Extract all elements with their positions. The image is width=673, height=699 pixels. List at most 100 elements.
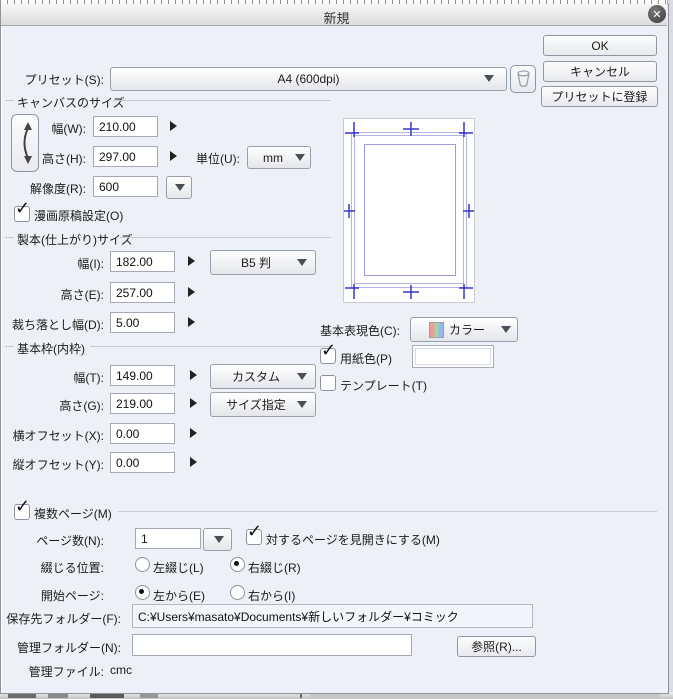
manga-setting-label: 漫画原稿設定(O): [34, 209, 124, 223]
bleed-width-slider-icon[interactable]: [188, 317, 195, 327]
paper-color-swatch-button[interactable]: [412, 345, 494, 368]
resolution-dropdown-button[interactable]: [166, 176, 192, 199]
screen: 新規 ✕ OK キャンセル プリセットに登録 プリセット(S): A4 (600…: [0, 0, 673, 699]
paper-color-label: 用紙色(P): [340, 352, 392, 366]
section-divider: [90, 346, 331, 347]
offset-x-label: 横オフセット(X):: [12, 429, 104, 443]
frame-size-spec-dropdown[interactable]: サイズ指定: [210, 392, 316, 417]
page-preview: [343, 118, 475, 303]
radio-dot-icon: [234, 561, 239, 566]
mgmt-folder-label: 管理フォルダー(N):: [17, 641, 121, 655]
binding-width-input[interactable]: [110, 251, 175, 272]
resolution-label: 解像度(R):: [30, 182, 86, 196]
canvas-width-slider-icon[interactable]: [170, 121, 177, 131]
mgmt-folder-input[interactable]: [132, 634, 412, 656]
section-divider: [120, 237, 331, 238]
multi-page-checkbox[interactable]: ✓: [14, 497, 30, 520]
frame-mode-value: カスタム: [231, 370, 280, 384]
preset-value: A4 (600dpi): [277, 72, 340, 86]
frame-width-label: 幅(T):: [73, 371, 104, 385]
section-divider: [113, 100, 331, 101]
bind-right-radio[interactable]: [230, 557, 245, 572]
canvas-width-input[interactable]: [93, 116, 158, 137]
save-folder-label: 保存先フォルダー(F):: [6, 612, 121, 626]
binding-height-label: 高さ(E):: [60, 288, 104, 302]
canvas-width-label: 幅(W):: [51, 122, 86, 136]
page-count-dropdown-button[interactable]: [203, 528, 232, 551]
chevron-down-icon: [297, 372, 307, 380]
save-folder-field: C:¥Users¥masato¥Documents¥新しいフォルダー¥コミック: [132, 604, 533, 628]
multi-page-label: 複数ページ(M): [34, 507, 112, 521]
frame-width-input[interactable]: [110, 365, 175, 386]
section-canvas-size: キャンバスのサイズ: [17, 96, 125, 110]
offset-x-slider-icon[interactable]: [190, 428, 197, 438]
section-divider: [5, 100, 14, 101]
binding-position-label: 綴じる位置:: [40, 561, 104, 575]
section-divider: [118, 511, 657, 512]
frame-height-label: 高さ(G):: [59, 399, 104, 413]
section-divider: [5, 346, 14, 347]
register-preset-button[interactable]: プリセットに登録: [541, 86, 658, 107]
canvas-height-label: 高さ(H):: [42, 152, 86, 166]
ok-button[interactable]: OK: [543, 35, 657, 56]
color-swatch-icon: [428, 321, 444, 338]
binding-height-input[interactable]: [110, 282, 175, 303]
chevron-down-icon: [297, 258, 307, 266]
chevron-down-icon: [295, 153, 305, 161]
cancel-button[interactable]: キャンセル: [543, 61, 657, 82]
preset-dropdown[interactable]: A4 (600dpi): [110, 67, 507, 91]
crop-marks-icon: [344, 122, 474, 299]
section-divider: [5, 237, 14, 238]
delete-preset-button[interactable]: [510, 65, 536, 93]
unit-dropdown[interactable]: mm: [247, 146, 311, 169]
check-icon: ✓: [15, 496, 31, 516]
mgmt-file-label: 管理ファイル:: [28, 665, 104, 679]
section-binding-size: 製本(仕上がり)サイズ: [17, 233, 133, 247]
check-icon: ✓: [247, 521, 263, 541]
binding-width-slider-icon[interactable]: [188, 256, 195, 266]
facing-pages-checkbox[interactable]: ✓: [246, 522, 262, 545]
canvas-height-slider-icon[interactable]: [170, 151, 177, 161]
check-icon: ✓: [15, 198, 31, 218]
start-left-radio[interactable]: [135, 585, 150, 600]
close-button[interactable]: ✕: [648, 5, 666, 23]
binding-height-slider-icon[interactable]: [188, 287, 195, 297]
page-preview-guides: [344, 122, 474, 299]
trash-icon: [516, 70, 530, 87]
template-checkbox[interactable]: [320, 375, 336, 391]
unit-value: mm: [263, 150, 283, 165]
paper-size-dropdown[interactable]: B5 判: [210, 250, 316, 275]
mgmt-file-value: cmc: [110, 663, 132, 677]
frame-height-input[interactable]: [110, 393, 175, 414]
template-label: テンプレート(T): [340, 379, 427, 393]
frame-height-slider-icon[interactable]: [190, 398, 197, 408]
expression-color-value: カラー: [448, 323, 485, 337]
frame-width-slider-icon[interactable]: [190, 370, 197, 380]
preset-label: プリセット(S):: [24, 73, 104, 87]
radio-dot-icon: [139, 589, 144, 594]
start-left-label: 左から(E): [153, 589, 205, 603]
browse-button[interactable]: 参照(R)...: [457, 636, 536, 657]
dialog-title: 新規: [323, 11, 350, 26]
resolution-input[interactable]: [93, 176, 158, 197]
binding-width-label: 幅(I):: [77, 257, 104, 271]
offset-x-input[interactable]: [110, 423, 175, 444]
paper-color-swatch-icon: [415, 348, 491, 365]
section-basic-frame: 基本枠(内枠): [17, 342, 85, 356]
expression-color-dropdown[interactable]: カラー: [410, 317, 518, 342]
bind-right-label: 右綴じ(R): [248, 561, 301, 575]
facing-pages-label: 対するページを見開きにする(M): [266, 533, 440, 547]
check-icon: ✓: [321, 340, 337, 360]
start-right-radio[interactable]: [230, 585, 245, 600]
frame-mode-dropdown[interactable]: カスタム: [210, 364, 316, 389]
bind-left-radio[interactable]: [135, 557, 150, 572]
chevron-down-icon: [297, 400, 307, 408]
manga-setting-checkbox[interactable]: ✓: [14, 199, 30, 222]
canvas-height-input[interactable]: [93, 146, 158, 167]
offset-y-input[interactable]: [110, 452, 175, 473]
paper-color-checkbox[interactable]: ✓: [320, 341, 336, 364]
chevron-down-icon: [501, 325, 511, 333]
page-count-input[interactable]: [135, 528, 201, 549]
bleed-width-input[interactable]: [110, 312, 175, 333]
offset-y-slider-icon[interactable]: [190, 457, 197, 467]
